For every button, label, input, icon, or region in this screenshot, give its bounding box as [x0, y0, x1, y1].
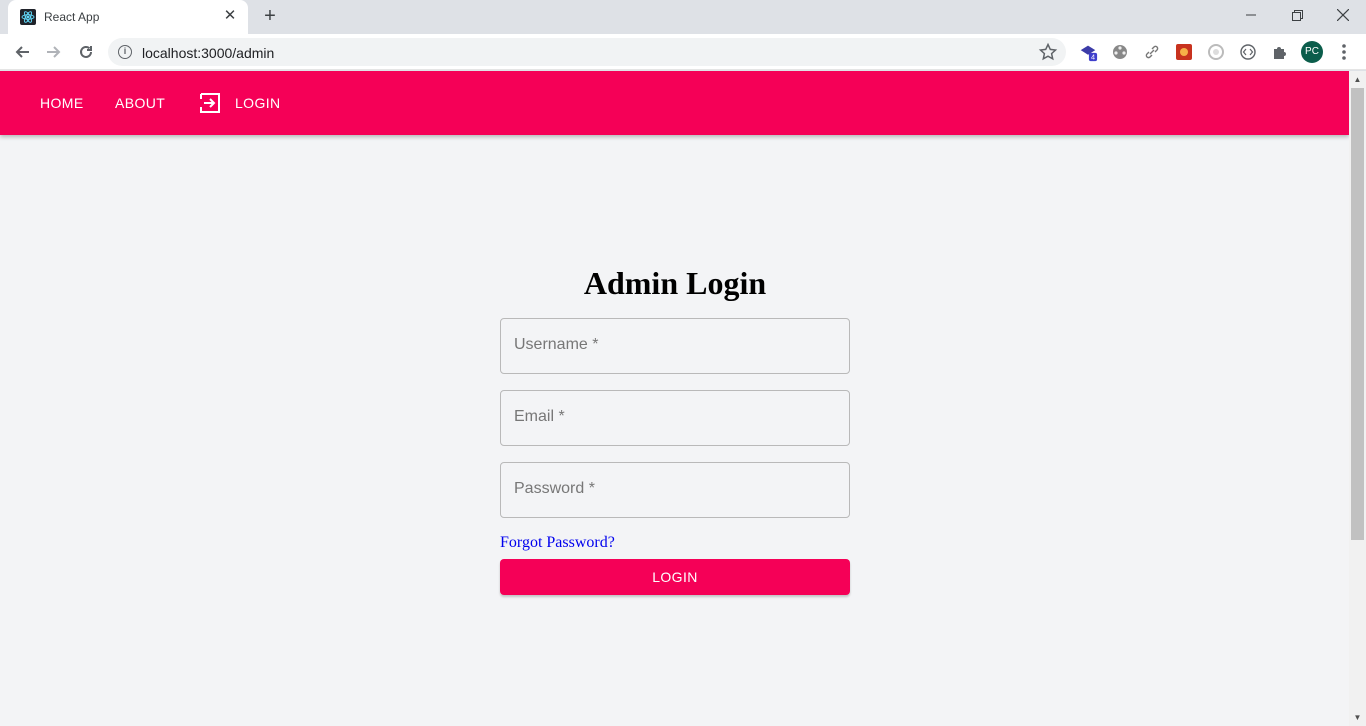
url-text: localhost:3000/admin — [142, 45, 275, 61]
login-icon — [199, 92, 221, 114]
browser-tab[interactable]: React App ✕ — [8, 0, 248, 34]
email-label: Email * — [514, 408, 565, 425]
app-bar: HOME ABOUT LOGIN — [0, 71, 1349, 135]
nav-home-link[interactable]: HOME — [40, 71, 84, 135]
scroll-up-arrow-icon[interactable]: ▲ — [1349, 71, 1366, 88]
password-field[interactable]: Password * — [500, 462, 850, 518]
admin-login-form: Admin Login Username * Email * Password … — [500, 261, 850, 595]
username-field[interactable]: Username * — [500, 318, 850, 374]
site-info-icon[interactable]: i — [118, 45, 132, 59]
link-extension-icon[interactable] — [1142, 42, 1162, 62]
page-viewport: HOME ABOUT LOGIN Admin Login Username * … — [0, 71, 1349, 726]
page-title: Admin Login — [583, 265, 767, 301]
reload-icon[interactable] — [72, 38, 100, 66]
password-label: Password * — [514, 480, 595, 497]
extension-badge-count: 4 — [1091, 53, 1095, 62]
back-arrow-icon[interactable] — [8, 38, 36, 66]
scroll-down-arrow-icon[interactable]: ▼ — [1349, 709, 1366, 726]
email-field[interactable]: Email * — [500, 390, 850, 446]
window-close-icon[interactable] — [1320, 0, 1366, 30]
browser-toolbar: i localhost:3000/admin 4 PC — [0, 34, 1366, 70]
nav-login-link[interactable]: LOGIN — [199, 71, 281, 135]
red-square-extension-icon[interactable] — [1174, 42, 1194, 62]
tab-title: React App — [44, 10, 100, 24]
scrollbar-thumb[interactable] — [1351, 88, 1364, 540]
forward-arrow-icon[interactable] — [40, 38, 68, 66]
browser-tab-strip: React App ✕ + — [0, 0, 1366, 34]
forgot-password-link[interactable]: Forgot Password? — [500, 534, 850, 552]
browser-menu-icon[interactable] — [1334, 42, 1354, 62]
react-favicon-icon — [20, 9, 36, 25]
vertical-scrollbar[interactable]: ▲ ▼ — [1349, 71, 1366, 726]
username-label: Username * — [514, 336, 599, 353]
nav-about-link[interactable]: ABOUT — [115, 71, 165, 135]
login-button[interactable]: LOGIN — [500, 559, 850, 595]
nav-login-label: LOGIN — [235, 95, 281, 111]
code-extension-icon[interactable] — [1238, 42, 1258, 62]
minimize-icon[interactable] — [1228, 0, 1274, 30]
bookmark-star-icon[interactable] — [1038, 42, 1058, 62]
restore-icon[interactable] — [1274, 0, 1320, 30]
circle-extension-icon[interactable] — [1206, 42, 1226, 62]
puzzle-extensions-icon[interactable] — [1270, 42, 1290, 62]
film-reel-extension-icon[interactable] — [1110, 42, 1130, 62]
tab-close-icon[interactable]: ✕ — [222, 8, 238, 24]
profile-avatar[interactable]: PC — [1301, 41, 1323, 63]
address-bar[interactable]: i localhost:3000/admin — [108, 38, 1066, 66]
new-tab-icon[interactable]: + — [258, 5, 282, 29]
extension-badge-icon[interactable]: 4 — [1078, 42, 1098, 62]
